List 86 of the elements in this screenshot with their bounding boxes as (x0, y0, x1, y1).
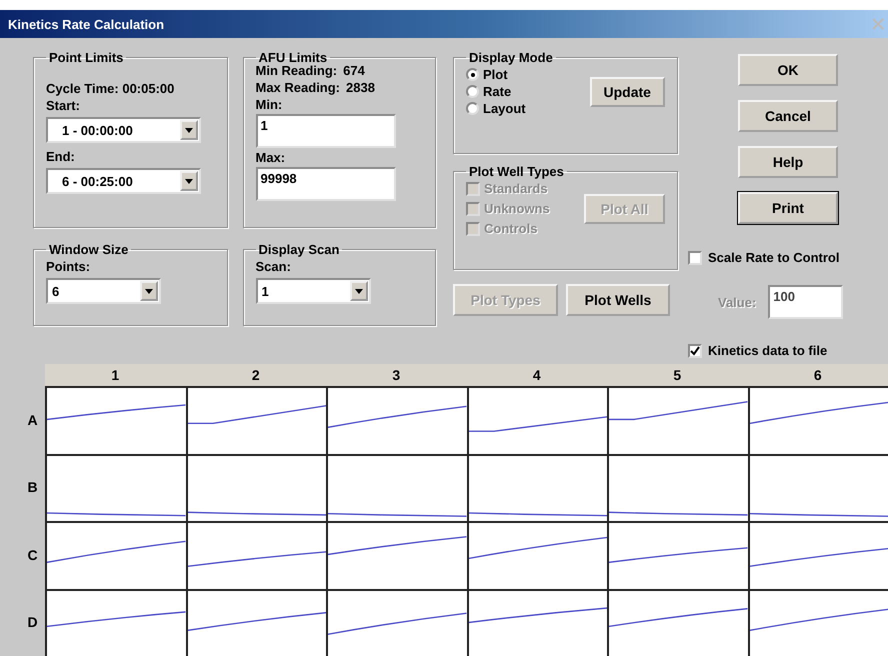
min-input[interactable]: 1 (256, 114, 396, 148)
caret-icon (354, 288, 362, 294)
well-plot[interactable] (186, 521, 326, 588)
well-plot[interactable] (45, 588, 186, 656)
column-header: 3 (326, 364, 466, 386)
dialog-button[interactable]: Print (738, 192, 838, 224)
group-title: Window Size (48, 242, 130, 257)
well-plot[interactable] (748, 521, 888, 588)
well-plot[interactable] (748, 386, 888, 454)
group-title: Plot Well Types (468, 164, 565, 179)
well-plot[interactable] (748, 454, 888, 521)
well-plot[interactable] (607, 454, 748, 521)
well-plot[interactable] (607, 521, 748, 588)
checkbox-label: Controls (484, 221, 538, 236)
caret-icon (145, 288, 153, 294)
cycle-time: Cycle Time: 00:05:00 (46, 81, 176, 96)
dropdown-button[interactable] (140, 281, 158, 301)
well-plot[interactable] (45, 521, 186, 588)
checkbox-label: Standards (484, 181, 548, 196)
dialog-button[interactable]: OK (738, 54, 838, 86)
radio-button[interactable] (466, 68, 479, 81)
well-plot[interactable] (748, 588, 888, 656)
caret-icon (185, 128, 193, 132)
points-dropdown[interactable]: 6 (46, 278, 161, 304)
dropdown-button[interactable] (350, 281, 368, 301)
well-plot[interactable] (607, 386, 748, 454)
scan-dropdown[interactable]: 1 (256, 278, 370, 304)
field-label: Points: (46, 259, 92, 274)
row-header: C (26, 546, 39, 565)
update-button[interactable]: Update (590, 76, 665, 106)
well-plot[interactable] (466, 386, 607, 454)
well-plot[interactable] (45, 386, 186, 454)
radio-button[interactable] (466, 102, 479, 115)
row-header: D (26, 613, 39, 632)
group-title: AFU Limits (258, 50, 328, 65)
window-title: Kinetics Rate Calculation (8, 16, 164, 32)
field-label: Start: (46, 98, 81, 113)
plot-button[interactable]: Plot Wells (566, 284, 670, 316)
column-header: 1 (45, 364, 186, 386)
radio-button[interactable] (466, 85, 479, 98)
group-title: Point Limits (48, 50, 124, 65)
field-label: Min Reading: (256, 63, 338, 78)
column-header: 4 (466, 364, 607, 386)
group-title: Display Mode (468, 50, 554, 65)
checkbox-label: Unknowns (484, 201, 550, 216)
column-header: 5 (607, 364, 748, 386)
well-plot[interactable] (186, 454, 326, 521)
checkmark-icon (690, 346, 700, 356)
well-plot[interactable] (45, 454, 186, 521)
field-label: Max: (256, 150, 286, 165)
checkbox[interactable] (688, 344, 702, 358)
well-plot[interactable] (466, 588, 607, 656)
well-plot[interactable] (326, 386, 466, 454)
column-header: 2 (186, 364, 326, 386)
checkbox-label: Scale Rate to Control (708, 250, 840, 265)
min-reading-value: 674 (343, 63, 365, 78)
dialog-button[interactable]: Cancel (738, 100, 838, 132)
well-plot[interactable] (326, 454, 466, 521)
dropdown-button[interactable] (180, 171, 198, 191)
radio-label: Rate (483, 84, 512, 99)
well-plot[interactable] (326, 588, 466, 656)
field-label: Min: (256, 97, 284, 112)
field-label: Scan: (256, 259, 292, 274)
well-plot[interactable] (186, 588, 326, 656)
field-label: End: (46, 149, 76, 164)
well-plot[interactable] (466, 521, 607, 588)
well-plot[interactable] (326, 521, 466, 588)
max-reading-value: 2838 (346, 80, 375, 95)
start-dropdown[interactable]: 1 - 00:00:00 (46, 117, 201, 143)
dialog-button[interactable]: Help (738, 146, 838, 178)
radio-label: Plot (483, 67, 508, 82)
dropdown-button[interactable] (180, 120, 198, 140)
well-plot[interactable] (607, 588, 748, 656)
checkbox-label: Kinetics data to file (708, 343, 828, 358)
row-header: A (26, 410, 39, 430)
end-dropdown[interactable]: 6 - 00:25:00 (46, 168, 201, 194)
caret-icon (185, 178, 193, 184)
row-header: B (26, 478, 39, 498)
max-input[interactable]: 99998 (256, 167, 396, 201)
field-label: Value: (718, 294, 756, 310)
well-plot[interactable] (186, 386, 326, 454)
group-title: Display Scan (258, 242, 340, 257)
field-label: Max Reading: (256, 80, 340, 95)
radio-label: Layout (483, 101, 526, 116)
well-plot[interactable] (466, 454, 607, 521)
column-header: 6 (748, 364, 888, 386)
